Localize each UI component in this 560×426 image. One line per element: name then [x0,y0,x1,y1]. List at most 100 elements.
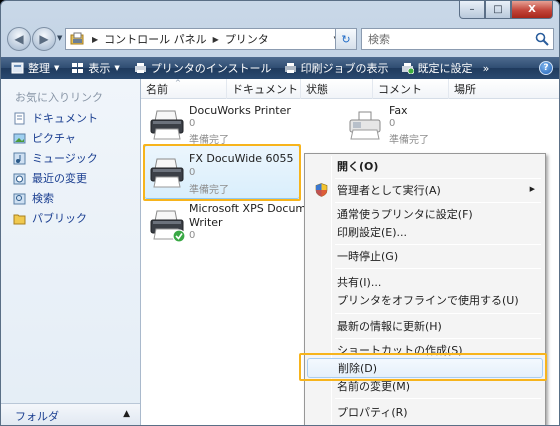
sidebar-item-public[interactable]: パブリック [13,209,87,227]
column-label: 場所 [454,83,476,96]
column-location[interactable]: 場所 [449,79,559,99]
printer-default-icon [150,210,186,243]
sidebar-item-documents[interactable]: ドキュメント [13,109,98,127]
forward-arrow-icon: ▶ [39,32,49,46]
pictures-icon [13,133,26,143]
column-label: ドキュメント [232,83,298,96]
folders-toggle[interactable]: フォルダ ▲ [1,403,140,425]
documents-icon [14,112,25,124]
menu-item-label: 共有(I)... [337,276,382,289]
column-documents[interactable]: ドキュメント [227,79,301,99]
menu-item-properties[interactable]: プロパティ(R) [307,402,543,422]
column-comments[interactable]: コメント [373,79,449,99]
selected-printer-callout [143,144,301,201]
column-label: 状態 [306,83,328,96]
print-jobs-icon [284,63,296,73]
menu-separator [335,338,541,339]
sidebar-item-search[interactable]: 検索 [13,189,54,207]
history-dropdown-icon[interactable]: ▼ [57,34,62,42]
sidebar-item-label: ピクチャ [32,132,76,145]
printer-item-xps-writer[interactable]: Microsoft XPS Document Writer 0 [141,199,324,249]
printer-name-continued: Writer [189,216,223,229]
views-caret-icon: ▼ [114,64,120,72]
favorite-links-header: お気に入りリンク [15,91,103,104]
views-label: 表示 [88,62,111,75]
sidebar-item-label: ミュージック [32,152,98,165]
organize-menu[interactable]: 整理 ▼ [1,57,65,79]
forward-button[interactable]: ▶ [32,27,56,51]
back-arrow-icon: ◀ [14,32,24,46]
breadcrumb-control-panel[interactable]: コントロール パネル [104,31,207,47]
menu-item-label: 最新の情報に更新(H) [337,320,442,333]
menu-item-open[interactable]: 開く(O) [307,156,543,176]
add-printer-label: プリンタのインストール [150,62,272,75]
organize-caret-icon: ▼ [54,64,60,72]
menu-separator [335,313,541,314]
back-button[interactable]: ◀ [7,27,31,51]
menu-item-sharing[interactable]: 共有(I)... [307,272,543,292]
sidebar-item-label: ドキュメント [32,112,98,125]
menu-separator [335,398,541,399]
views-menu[interactable]: 表示 ▼ [65,57,125,79]
organize-label: 整理 [28,62,50,75]
column-status[interactable]: 状態 [301,79,373,99]
column-label: 名前 [146,83,168,96]
add-printer-icon [134,63,146,73]
set-default-button[interactable]: 既定に設定 [395,57,479,79]
address-bar[interactable]: ▶ コントロール パネル ▶ プリンタ ▼ [65,28,343,50]
music-icon [13,152,26,164]
see-print-jobs-button[interactable]: 印刷ジョブの表示 [278,57,395,79]
public-folder-icon [13,214,26,224]
search-input[interactable]: 検索 [361,28,554,50]
printer-name: Fax [389,104,408,117]
recent-changes-icon [13,173,26,184]
help-icon[interactable]: ? [539,61,553,75]
set-default-icon [401,63,414,74]
menu-item-label: 一時停止(G) [337,250,399,263]
menu-item-label: プリンタをオフラインで使用する(U) [337,294,519,307]
menu-item-label: 通常使うプリンタに設定(F) [337,208,473,221]
more-commands-button[interactable]: » [483,62,490,75]
printer-job-count: 0 [389,118,396,129]
printer-job-count: 0 [189,118,196,129]
breadcrumb-printers[interactable]: プリンタ [225,31,269,47]
address-row: ◀ ▶ ▼ ▶ コントロール パネル ▶ プリンタ ▼ ↻ 検索 [1,25,559,55]
uac-shield-icon [315,183,328,197]
views-icon [72,63,84,73]
context-menu: 開く(O) 管理者として実行(A) ▶ 通常使うプリンタに設定(F) 印刷設定(… [304,153,546,425]
refresh-button[interactable]: ↻ [335,28,357,50]
delete-item-callout [299,353,547,381]
sidebar-item-label: パブリック [32,212,87,225]
add-printer-button[interactable]: プリンタのインストール [126,57,278,79]
menu-item-refresh[interactable]: 最新の情報に更新(H) [307,316,543,336]
close-button[interactable]: X [511,1,553,19]
sidebar-item-recent-changes[interactable]: 最近の変更 [13,169,87,187]
minimize-button[interactable]: – [459,1,485,19]
column-header-row: 名前 ^ ドキュメント 状態 コメント 場所 [141,79,559,99]
chevron-up-icon: ▲ [123,409,130,419]
sidebar-item-label: 最近の変更 [32,172,87,185]
menu-separator [335,268,541,269]
menu-item-label: 印刷設定(E)... [337,226,408,239]
menu-item-run-as-admin[interactable]: 管理者として実行(A) ▶ [307,180,543,200]
menu-item-printing-preferences[interactable]: 印刷設定(E)... [307,222,543,242]
column-label: コメント [378,83,422,96]
search-folder-icon [13,193,26,204]
fax-icon [349,111,381,140]
see-print-jobs-label: 印刷ジョブの表示 [300,62,389,75]
sidebar-item-music[interactable]: ミュージック [13,149,98,167]
menu-item-set-default[interactable]: 通常使うプリンタに設定(F) [307,204,543,224]
menu-item-label: プロパティ(R) [337,406,408,419]
maximize-button[interactable]: □ [485,1,511,19]
sort-ascending-icon: ^ [175,79,181,87]
breadcrumb-separator-icon: ▶ [212,34,219,44]
column-name[interactable]: 名前 ^ [141,79,227,99]
sidebar-item-label: 検索 [32,192,54,205]
menu-item-use-offline[interactable]: プリンタをオフラインで使用する(U) [307,290,543,310]
printer-item-fax[interactable]: Fax 0 準備完了 [339,101,499,147]
menu-separator [335,202,541,203]
sidebar-item-pictures[interactable]: ピクチャ [13,129,76,147]
printer-item-docuworks[interactable]: DocuWorks Printer 0 準備完了 [141,101,311,147]
search-icon[interactable] [535,32,549,46]
menu-item-pause[interactable]: 一時停止(G) [307,246,543,266]
